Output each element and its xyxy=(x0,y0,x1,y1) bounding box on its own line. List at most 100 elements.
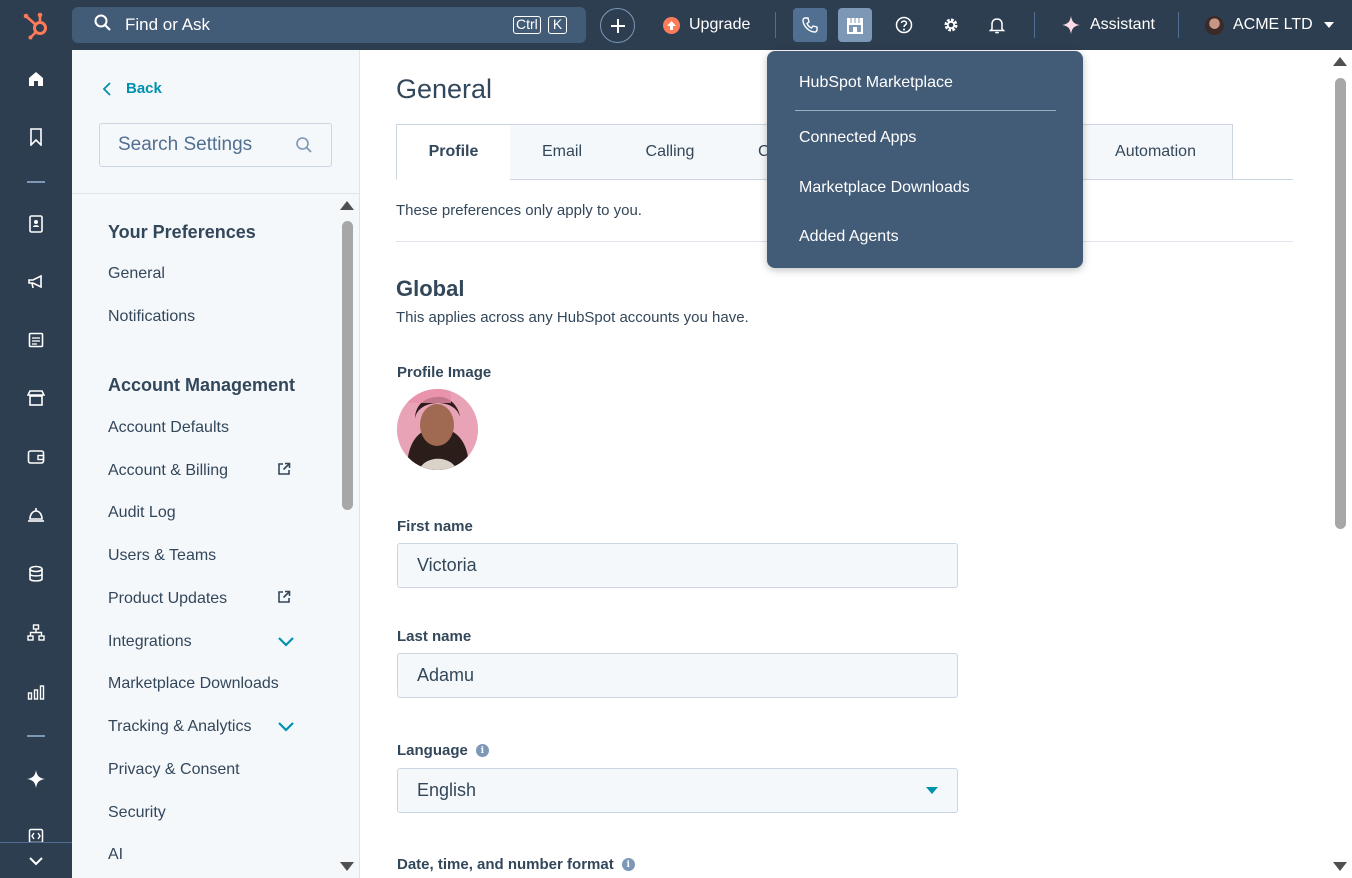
external-link-icon xyxy=(278,590,291,603)
rail-breeze[interactable] xyxy=(0,761,72,797)
preferences-note: These preferences only apply to you. xyxy=(396,202,642,219)
sidebar-item-ai[interactable]: AI xyxy=(108,846,123,864)
topbar-divider xyxy=(1178,12,1179,38)
chevron-down-icon[interactable] xyxy=(277,721,295,733)
menu-item-added-agents[interactable]: Added Agents xyxy=(799,228,899,246)
tab-automation[interactable]: Automation xyxy=(1079,124,1233,180)
account-menu[interactable]: ACME LTD xyxy=(1205,0,1334,50)
search-settings-input[interactable]: Search Settings xyxy=(99,123,332,167)
content-icon xyxy=(28,332,44,348)
first-name-field[interactable]: Victoria xyxy=(397,543,958,588)
profile-image-avatar[interactable] xyxy=(397,389,478,470)
external-link-icon xyxy=(278,462,291,475)
search-icon xyxy=(295,136,313,160)
rail-automation[interactable] xyxy=(0,615,72,651)
rail-payments[interactable] xyxy=(0,439,72,475)
rail-data[interactable] xyxy=(0,556,72,592)
account-name: ACME LTD xyxy=(1233,16,1313,33)
wallet-icon xyxy=(27,450,45,464)
menu-divider xyxy=(795,110,1056,111)
info-icon[interactable]: i xyxy=(475,744,489,757)
topbar-divider xyxy=(1034,12,1035,38)
info-icon[interactable]: i xyxy=(621,858,635,871)
calling-button[interactable] xyxy=(793,8,827,42)
sidebar-item-account-billing[interactable]: Account & Billing xyxy=(108,462,228,480)
contacts-book-icon xyxy=(29,215,43,233)
marketplace-button[interactable] xyxy=(838,8,872,42)
sidebar-item-tracking-analytics[interactable]: Tracking & Analytics xyxy=(108,718,251,736)
sidebar-item-marketplace-downloads[interactable]: Marketplace Downloads xyxy=(108,675,279,693)
sidebar-item-audit-log[interactable]: Audit Log xyxy=(108,504,176,522)
sidebar-item-account-defaults[interactable]: Account Defaults xyxy=(108,419,229,437)
shortcut-k-key: K xyxy=(548,16,567,34)
rail-content[interactable] xyxy=(0,322,72,358)
caret-down-icon xyxy=(1323,22,1334,28)
rail-marketing[interactable] xyxy=(0,264,72,300)
scroll-up-arrow-icon[interactable] xyxy=(340,201,354,210)
database-icon xyxy=(29,565,43,582)
language-select[interactable]: English xyxy=(397,768,958,813)
section-heading-preferences: Your Preferences xyxy=(108,222,256,242)
language-selected-value: English xyxy=(417,780,477,800)
sidebar-item-users-teams[interactable]: Users & Teams xyxy=(108,547,216,565)
upgrade-arrow-icon xyxy=(663,16,680,34)
tab-email[interactable]: Email xyxy=(510,124,615,180)
first-name-label: First name xyxy=(397,518,473,535)
language-label: Language i xyxy=(397,742,489,759)
back-link[interactable]: Back xyxy=(102,80,162,97)
tab-calling[interactable]: Calling xyxy=(614,124,727,180)
datetime-format-label-text: Date, time, and number format xyxy=(397,856,614,873)
settings-button[interactable] xyxy=(934,8,968,42)
rail-expand-button[interactable] xyxy=(0,842,72,878)
page-title: General xyxy=(396,74,493,104)
sidebar-item-product-updates[interactable]: Product Updates xyxy=(108,590,227,608)
scroll-up-arrow-icon[interactable] xyxy=(1333,57,1347,66)
rail-reporting[interactable] xyxy=(0,674,72,710)
last-name-field[interactable]: Adamu xyxy=(397,653,958,698)
marketplace-store-icon xyxy=(847,18,863,34)
rail-contacts[interactable] xyxy=(0,206,72,242)
rail-service[interactable] xyxy=(0,497,72,533)
scroll-down-arrow-icon[interactable] xyxy=(340,862,354,871)
service-bell-icon xyxy=(28,508,44,522)
create-new-button[interactable] xyxy=(600,8,635,43)
chevron-down-icon[interactable] xyxy=(277,636,295,648)
bookmark-icon xyxy=(30,128,42,146)
global-heading: Global xyxy=(396,276,465,301)
search-label: Find or Ask xyxy=(125,15,211,34)
chevron-down-icon xyxy=(29,856,43,865)
phone-icon xyxy=(802,17,818,33)
settings-nav: Your Preferences General Notifications A… xyxy=(72,194,359,878)
help-button[interactable] xyxy=(887,8,921,42)
rail-development[interactable] xyxy=(0,818,72,842)
last-name-label: Last name xyxy=(397,628,472,645)
sidebar-scrollbar-thumb[interactable] xyxy=(342,221,353,510)
bar-chart-icon xyxy=(27,685,45,700)
sidebar-item-general[interactable]: General xyxy=(108,265,165,283)
notifications-button[interactable] xyxy=(980,8,1014,42)
tab-profile[interactable]: Profile xyxy=(396,124,511,180)
global-search-bar[interactable]: Find or Ask Ctrl K xyxy=(72,7,586,43)
megaphone-icon xyxy=(28,274,42,289)
section-heading-account-management: Account Management xyxy=(108,375,296,395)
rail-commerce[interactable] xyxy=(0,380,72,416)
rail-bookmarks[interactable] xyxy=(0,119,72,155)
sidebar-item-notifications[interactable]: Notifications xyxy=(108,308,195,326)
upgrade-button[interactable]: Upgrade xyxy=(663,0,750,50)
home-icon xyxy=(29,72,43,86)
upgrade-label: Upgrade xyxy=(689,16,751,33)
profile-image-label: Profile Image xyxy=(397,364,492,381)
sidebar-item-security[interactable]: Security xyxy=(108,804,166,822)
settings-sidebar: Back Search Settings Your Preferences Ge… xyxy=(72,50,360,878)
menu-item-connected-apps[interactable]: Connected Apps xyxy=(799,129,916,147)
menu-item-hubspot-marketplace[interactable]: HubSpot Marketplace xyxy=(799,74,953,92)
scroll-down-arrow-icon[interactable] xyxy=(1333,862,1347,871)
menu-item-marketplace-downloads[interactable]: Marketplace Downloads xyxy=(799,179,970,197)
hubspot-logo-icon[interactable] xyxy=(0,0,72,50)
sidebar-item-privacy-consent[interactable]: Privacy & Consent xyxy=(108,761,240,779)
plus-icon xyxy=(610,18,625,33)
main-scrollbar-thumb[interactable] xyxy=(1335,78,1346,529)
sidebar-item-integrations[interactable]: Integrations xyxy=(108,633,192,651)
assistant-button[interactable]: Assistant xyxy=(1062,0,1155,50)
rail-home[interactable] xyxy=(0,61,72,97)
